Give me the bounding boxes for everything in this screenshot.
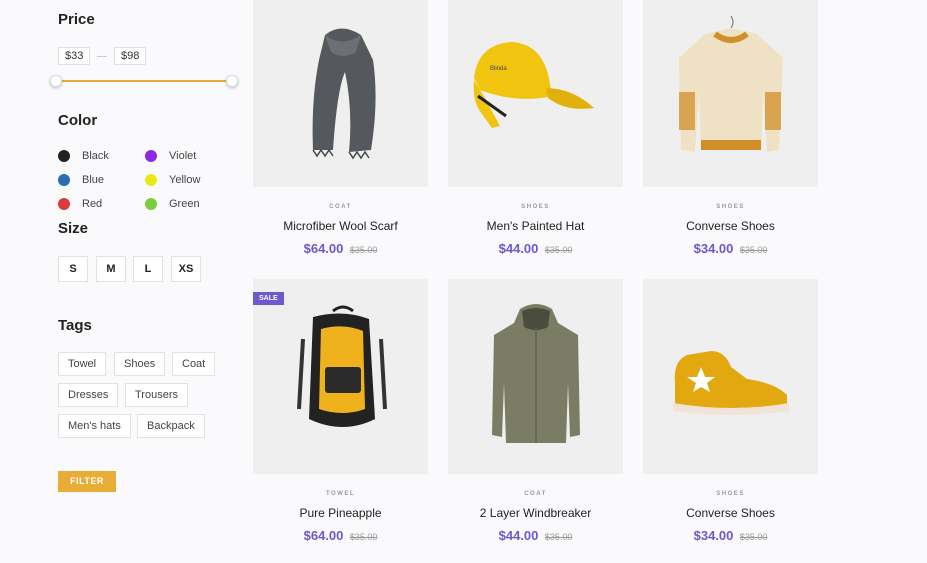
color-title: Color — [58, 112, 98, 129]
color-option-yellow[interactable]: Yellow — [145, 174, 200, 186]
tags-title: Tags — [58, 317, 92, 334]
color-option-black[interactable]: Black — [58, 150, 109, 162]
product-name[interactable]: Converse Shoes — [643, 506, 818, 520]
product-name[interactable]: Converse Shoes — [643, 219, 818, 233]
product-card[interactable]: Blinda SHOES Men's Painted Hat $44.00 $3… — [448, 0, 623, 258]
price-slider-min-handle[interactable] — [50, 75, 62, 87]
product-card[interactable]: COAT 2 Layer Windbreaker $44.00 $35.00 — [448, 279, 623, 545]
tag-dresses[interactable]: Dresses — [58, 383, 119, 407]
color-label: Green — [169, 198, 200, 210]
old-price: $35.00 — [739, 532, 768, 542]
color-option-green[interactable]: Green — [145, 198, 200, 210]
current-price: $44.00 — [498, 241, 539, 256]
product-price: $64.00 $35.00 — [253, 240, 428, 258]
current-price: $64.00 — [303, 528, 344, 543]
tag-coat[interactable]: Coat — [172, 352, 216, 376]
color-swatch — [58, 150, 70, 162]
product-name[interactable]: Microfiber Wool Scarf — [253, 219, 428, 233]
old-price: $35.00 — [544, 532, 573, 542]
sneaker-image — [673, 351, 789, 415]
size-option-xs[interactable]: XS — [171, 256, 201, 282]
filter-button[interactable]: FILTER — [58, 471, 116, 492]
old-price: $35.00 — [739, 245, 768, 255]
product-card[interactable]: COAT Microfiber Wool Scarf $64.00 $35.00 — [253, 0, 428, 258]
size-option-l[interactable]: L — [133, 256, 163, 282]
old-price: $35.00 — [349, 245, 378, 255]
product-card[interactable]: SHOES Converse Shoes $34.00 $35.00 — [643, 0, 818, 258]
price-min-value[interactable]: $33 — [58, 47, 91, 65]
svg-text:Blinda: Blinda — [490, 66, 507, 72]
product-price: $34.00 $35.00 — [643, 240, 818, 258]
size-title: Size — [58, 220, 89, 237]
backpack-image — [297, 305, 387, 427]
size-option-m[interactable]: M — [96, 256, 126, 282]
color-option-red[interactable]: Red — [58, 198, 102, 210]
tag-mens-hats[interactable]: Men's hats — [58, 414, 131, 438]
color-swatch — [58, 174, 70, 186]
tag-trousers[interactable]: Trousers — [125, 383, 188, 407]
product-image[interactable] — [253, 0, 428, 187]
product-price: $34.00 $35.00 — [643, 527, 818, 545]
color-label: Blue — [82, 174, 105, 186]
product-name[interactable]: Pure Pineapple — [253, 506, 428, 520]
product-image[interactable]: SALE — [253, 279, 428, 474]
price-title: Price — [58, 11, 95, 28]
product-price: $44.00 $35.00 — [448, 527, 623, 545]
product-name[interactable]: Men's Painted Hat — [448, 219, 623, 233]
product-name[interactable]: 2 Layer Windbreaker — [448, 506, 623, 520]
product-price: $44.00 $35.00 — [448, 240, 623, 258]
color-label: Yellow — [169, 174, 201, 186]
product-category: TOWEL — [325, 491, 356, 497]
scarf-image — [312, 28, 376, 160]
price-slider-max-handle[interactable] — [226, 75, 238, 87]
tag-backpack[interactable]: Backpack — [137, 414, 205, 438]
old-price: $35.00 — [544, 245, 573, 255]
product-image[interactable] — [643, 279, 818, 474]
price-slider-track[interactable] — [56, 80, 232, 82]
product-card[interactable]: SHOES Converse Shoes $34.00 $35.00 — [643, 279, 818, 545]
product-category: COAT — [524, 491, 547, 497]
price-max-value[interactable]: $98 — [114, 47, 147, 65]
color-option-blue[interactable]: Blue — [58, 174, 104, 186]
product-price: $64.00 $35.00 — [253, 527, 428, 545]
product-image[interactable] — [643, 0, 818, 187]
product-category: COAT — [329, 204, 352, 210]
color-swatch — [145, 150, 157, 162]
product-card[interactable]: SALE TOWEL Pure Pineapple $64.00 $35.00 — [253, 279, 428, 545]
product-category: SHOES — [716, 491, 745, 497]
product-image[interactable]: Blinda — [448, 0, 623, 187]
color-option-violet[interactable]: Violet — [145, 150, 196, 162]
product-category: SHOES — [521, 204, 550, 210]
product-image[interactable] — [448, 279, 623, 474]
current-price: $34.00 — [693, 241, 734, 256]
size-option-s[interactable]: S — [58, 256, 88, 282]
tag-shoes[interactable]: Shoes — [114, 352, 166, 376]
color-swatch — [145, 198, 157, 210]
color-label: Red — [82, 198, 103, 210]
color-label: Violet — [169, 150, 197, 162]
sweater-image — [679, 15, 783, 152]
current-price: $34.00 — [693, 528, 734, 543]
tag-towel[interactable]: Towel — [58, 352, 107, 376]
filter-sidebar: Price $33 $98 Color Black Violet Blue Ye… — [0, 0, 250, 563]
old-price: $35.00 — [349, 532, 378, 542]
cap-image: Blinda — [473, 42, 594, 128]
current-price: $64.00 — [303, 241, 344, 256]
color-swatch — [145, 174, 157, 186]
price-separator — [97, 56, 107, 57]
sale-badge: SALE — [253, 292, 284, 305]
jacket-image — [492, 304, 580, 443]
color-swatch — [58, 198, 70, 210]
product-category: SHOES — [716, 204, 745, 210]
current-price: $44.00 — [498, 528, 539, 543]
color-label: Black — [82, 150, 109, 162]
